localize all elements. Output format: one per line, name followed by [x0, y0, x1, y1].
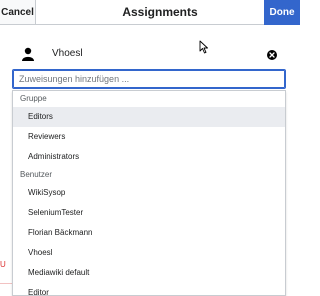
group-header-groups: Gruppe — [20, 94, 47, 103]
dialog-header: Cancel Assignments Done — [0, 0, 300, 25]
menu-item-vhoesl[interactable]: Vhoesl — [13, 243, 285, 263]
close-circle-icon[interactable] — [267, 50, 277, 60]
mouse-pointer-icon — [199, 40, 208, 54]
background-edge-text: U — [0, 260, 6, 269]
menu-item-editor[interactable]: Editor — [13, 283, 285, 295]
dialog-title: Assignments — [122, 5, 198, 19]
done-button[interactable]: Done — [264, 0, 300, 25]
menu-item-seleniumtester[interactable]: SeleniumTester — [13, 203, 285, 223]
background-edge-divider — [0, 283, 12, 284]
menu-item-administrators[interactable]: Administrators — [13, 147, 285, 167]
menu-item-mediawiki-default[interactable]: Mediawiki default — [13, 263, 285, 283]
dialog-content: U Vhoesl Gruppe Editors Reviewers Admini… — [0, 25, 300, 296]
assignment-search-input[interactable] — [12, 69, 286, 89]
menu-item-florian-baeckmann[interactable]: Florian Bäckmann — [13, 223, 285, 243]
assignment-suggestions-dropdown: Gruppe Editors Reviewers Administrators … — [12, 90, 286, 296]
cancel-button[interactable]: Cancel — [0, 0, 36, 24]
menu-item-wikisysop[interactable]: WikiSysop — [13, 183, 285, 203]
group-header-users: Benutzer — [20, 170, 53, 179]
assignee-row: Vhoesl — [0, 44, 300, 66]
menu-item-editors[interactable]: Editors — [13, 107, 285, 127]
menu-item-reviewers[interactable]: Reviewers — [13, 127, 285, 147]
assignee-name: Vhoesl — [52, 48, 83, 59]
user-icon — [22, 47, 34, 61]
